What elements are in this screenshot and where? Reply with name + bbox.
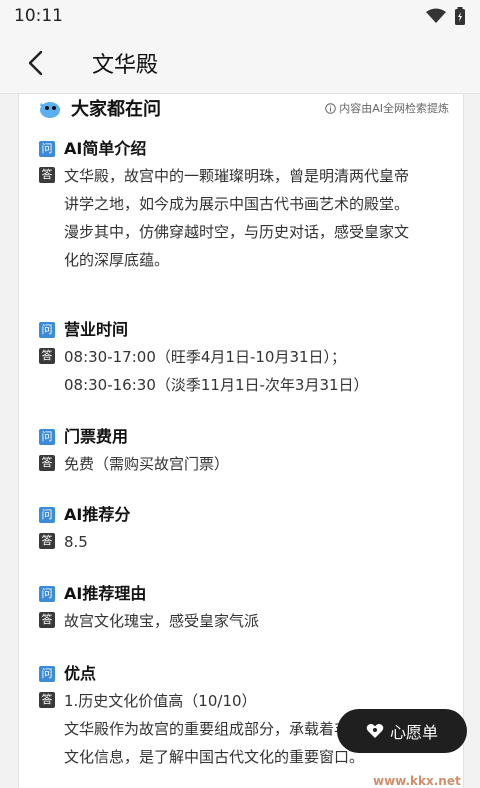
faq-title: 大家都在问 [71,99,161,120]
info-icon [325,102,337,114]
heart-icon [366,724,384,738]
status-time: 10:11 [14,6,63,26]
status-bar: 10:11 [0,0,480,32]
wishlist-label: 心愿单 [389,723,438,742]
answer-badge: 答 [39,533,55,549]
answer-text: 8.5 [64,533,88,551]
back-button[interactable] [6,32,66,94]
ai-source-text: 内容由AI全网检索提炼 [339,102,449,115]
faq-header: 大家都在问 内容由AI全网检索提炼 [37,94,449,122]
answer-badge: 答 [39,348,55,364]
faq-item: 问门票费用 答免费（需购买故宫门票） [39,424,449,478]
answer-badge: 答 [39,167,55,183]
answer-text: 文华殿，故宫中的一颗璀璨明珠，曾是明清两代皇帝讲学之地，如今成为展示中国古代书画… [64,167,410,269]
top-bar: 文华殿 [0,32,480,94]
question-badge: 问 [39,322,55,338]
battery-icon [455,7,465,25]
faq-card: 大家都在问 内容由AI全网检索提炼 问 AI简单介绍 答文华殿，故宫中的一颗璀璨明… [18,94,464,788]
bird-mascot-icon [40,102,60,118]
page-title: 文华殿 [92,52,159,78]
answer-text: 故宫文化瑰宝，感受皇家气派 [64,612,260,630]
question-text: AI简单介绍 [64,139,147,158]
status-icons [426,7,466,25]
question-badge: 问 [39,429,55,445]
question-text: AI推荐理由 [64,584,147,603]
answer-text: 08:30-17:00（旺季4月1日-10月31日）； 08:30-16:30（… [64,348,369,394]
faq-item: 问 AI简单介绍 答文华殿，故宫中的一颗璀璨明珠，曾是明清两代皇帝讲学之地，如今成… [39,136,449,274]
answer-badge: 答 [39,612,55,628]
question-text: 营业时间 [64,320,129,339]
question-badge: 问 [39,141,55,157]
question-badge: 问 [39,666,55,682]
faq-item: 问营业时间 答 08:30-17:00（旺季4月1日-10月31日）； 08:30… [39,317,449,399]
answer-text: 免费（需购买故宫门票） [64,455,230,473]
question-text: AI推荐分 [64,505,131,524]
ai-source-note: 内容由AI全网检索提炼 [325,100,449,116]
answer-badge: 答 [39,455,55,471]
question-badge: 问 [39,507,55,523]
question-text: 门票费用 [64,427,129,446]
wifi-icon [426,8,446,23]
answer-badge: 答 [39,692,55,708]
question-text: 优点 [64,664,97,683]
faq-item: 问 AI推荐理由 答故宫文化瑰宝，感受皇家气派 [39,581,449,635]
faq-item: 问 AI推荐分 答 8.5 [39,502,449,556]
back-arrow-icon [28,50,43,75]
question-badge: 问 [39,586,55,602]
wishlist-button[interactable]: 心愿单 [337,709,467,753]
